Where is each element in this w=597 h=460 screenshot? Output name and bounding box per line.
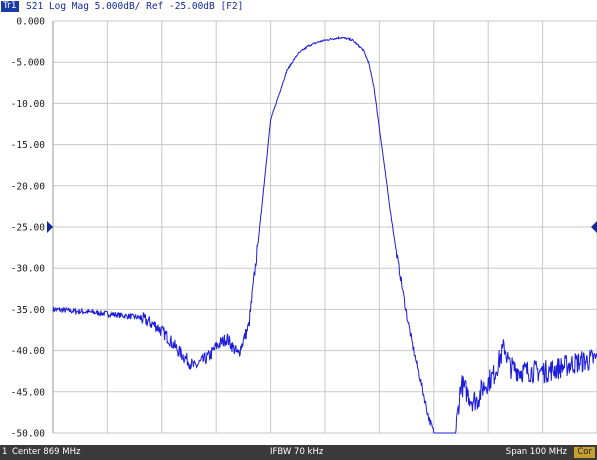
plot-area[interactable]: 0.000 -5.000 -10.00 -15.00 -20.00 -25.00 -30.0… — [0, 13, 597, 445]
y-tick-label: -5.000 — [11, 58, 46, 69]
y-tick-label: -15.00 — [11, 140, 46, 151]
ifbw-readout[interactable]: IFBW 70 kHz — [270, 445, 323, 460]
y-tick-label: -20.00 — [11, 181, 46, 192]
y-tick-label: -25.00 — [11, 223, 46, 234]
status-bar: 1 Center 869 MHz IFBW 70 kHz Span 100 MH… — [0, 445, 597, 460]
center-frequency[interactable]: Center 869 MHz — [12, 445, 80, 460]
span-readout[interactable]: Span 100 MHz — [506, 445, 567, 460]
y-tick-label: -50.00 — [11, 429, 46, 440]
correction-badge[interactable]: Cor — [574, 447, 595, 458]
channel-number: 1 — [2, 447, 8, 457]
y-axis-labels: 0.000 -5.000 -10.00 -15.00 -20.00 -25.00 -30.0… — [11, 17, 46, 440]
trace-tag[interactable]: Tr1 — [1, 1, 19, 12]
ref-marker-left[interactable] — [47, 221, 53, 233]
y-tick-label: -40.00 — [11, 346, 46, 357]
y-tick-label: -30.00 — [11, 264, 46, 275]
trace-title[interactable]: S21 Log Mag 5.000dB/ Ref -25.00dB [F2] — [26, 0, 243, 13]
y-tick-label: -45.00 — [11, 387, 46, 398]
y-tick-label: 0.000 — [16, 17, 45, 28]
trace-header: Tr1 S21 Log Mag 5.000dB/ Ref -25.00dB [F… — [0, 0, 597, 13]
y-tick-label: -10.00 — [11, 99, 46, 110]
ref-marker-right[interactable] — [591, 221, 597, 233]
y-tick-label: -35.00 — [11, 305, 46, 316]
